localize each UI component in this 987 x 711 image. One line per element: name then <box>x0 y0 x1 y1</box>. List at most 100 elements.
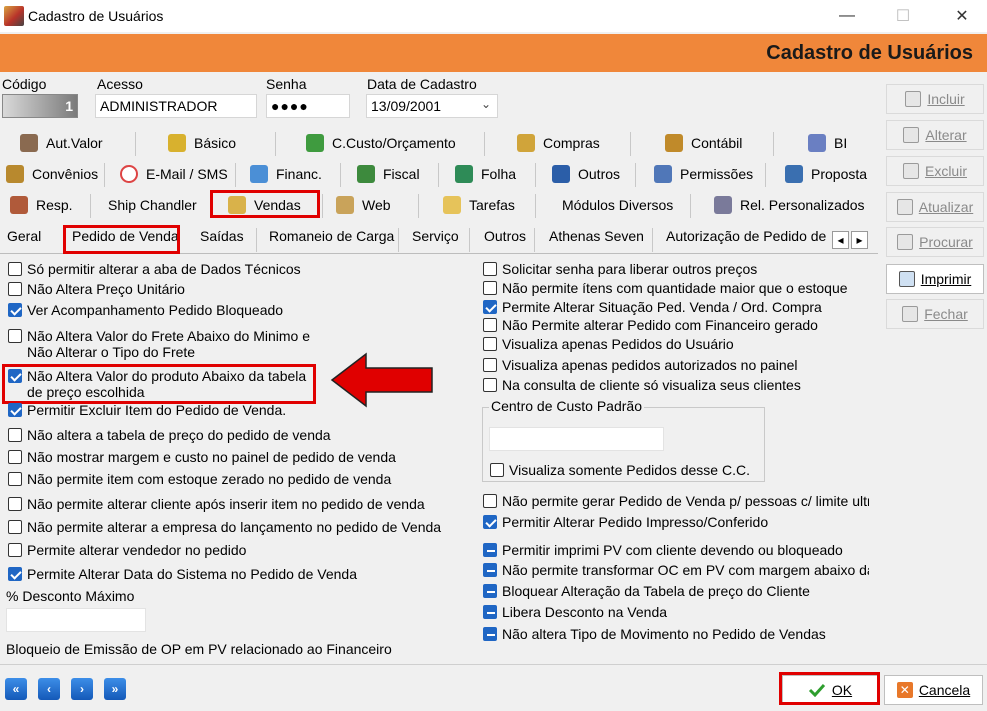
excluir-button[interactable]: Excluir <box>886 156 984 186</box>
opt-alterar-data[interactable]: Permite Alterar Data do Sistema no Pedid… <box>8 566 357 582</box>
tab-ship-chandler[interactable]: Ship Chandler <box>108 190 197 220</box>
tab-ccusto[interactable]: C.Custo/Orçamento <box>306 128 456 158</box>
subtab-geral[interactable]: Geral <box>7 228 41 252</box>
checkbox[interactable] <box>8 403 22 417</box>
tab-rel-personalizados[interactable]: Rel. Personalizados <box>714 190 865 220</box>
desconto-field[interactable] <box>6 608 146 632</box>
opt-oc-em-pv[interactable]: Não permite transformar OC em PV com mar… <box>483 562 869 578</box>
checkbox[interactable] <box>8 543 22 557</box>
checkbox[interactable] <box>8 329 22 343</box>
checkbox[interactable] <box>483 605 497 619</box>
opt-alterar-cliente[interactable]: Não permite alterar cliente após inserir… <box>8 496 425 512</box>
subtab-servico[interactable]: Serviço <box>412 228 459 252</box>
checkbox[interactable] <box>483 337 497 351</box>
checkbox[interactable] <box>8 303 22 317</box>
procurar-button[interactable]: Procurar <box>886 227 984 257</box>
close-button[interactable]: ✕ <box>939 0 985 32</box>
tab-bi[interactable]: BI <box>808 128 847 158</box>
checkbox[interactable] <box>483 262 497 276</box>
checkbox[interactable] <box>483 627 497 641</box>
codigo-field[interactable]: 1 <box>2 94 78 118</box>
senha-field[interactable]: ●●●● <box>266 94 350 118</box>
opt-imprimir-pv[interactable]: Permitir imprimi PV com cliente devendo … <box>483 542 869 558</box>
checkbox[interactable] <box>483 494 497 508</box>
tab-modulos-diversos[interactable]: Módulos Diversos <box>562 190 673 220</box>
opt-pedidos-autorizados[interactable]: Visualiza apenas pedidos autorizados no … <box>483 357 798 373</box>
checkbox[interactable] <box>8 450 22 464</box>
next-record-button[interactable]: › <box>71 678 93 700</box>
tab-fiscal[interactable]: Fiscal <box>357 159 420 189</box>
opt-nao-altera-preco[interactable]: Não Altera Preço Unitário <box>8 281 185 297</box>
cancela-button[interactable]: ✕ Cancela <box>884 675 983 705</box>
opt-pedido-impresso[interactable]: Permitir Alterar Pedido Impresso/Conferi… <box>483 514 768 530</box>
acesso-field[interactable]: ADMINISTRADOR <box>95 94 257 118</box>
opt-estoque-zerado[interactable]: Não permite item com estoque zerado no p… <box>8 471 391 487</box>
subtab-saidas[interactable]: Saídas <box>200 228 244 252</box>
checkbox[interactable] <box>483 543 497 557</box>
checkbox[interactable] <box>483 563 497 577</box>
opt-ver-acompanhamento[interactable]: Ver Acompanhamento Pedido Bloqueado <box>8 302 283 318</box>
checkbox[interactable] <box>8 520 22 534</box>
scroll-right-button[interactable]: ▸ <box>851 231 868 249</box>
opt-libera-desconto[interactable]: Libera Desconto na Venda <box>483 604 667 620</box>
opt-aba-dados-tecnicos[interactable]: Só permitir alterar a aba de Dados Técni… <box>8 261 301 277</box>
checkbox[interactable] <box>490 463 504 477</box>
subtab-athenas-seven[interactable]: Athenas Seven <box>549 228 644 252</box>
opt-seus-clientes[interactable]: Na consulta de cliente só visualiza seus… <box>483 377 801 393</box>
subtab-outros[interactable]: Outros <box>484 228 526 252</box>
checkbox[interactable] <box>483 378 497 392</box>
tab-basico[interactable]: Básico <box>168 128 236 158</box>
tab-web[interactable]: Web <box>336 190 391 220</box>
maximize-button[interactable]: ☐ <box>880 0 926 32</box>
opt-pedido-financeiro[interactable]: Não Permite alterar Pedido com Financeir… <box>483 317 818 333</box>
tab-resp[interactable]: Resp. <box>10 190 73 220</box>
tab-compras[interactable]: Compras <box>517 128 600 158</box>
checkbox[interactable] <box>483 300 497 314</box>
tab-outros[interactable]: Outros <box>552 159 620 189</box>
tab-folha[interactable]: Folha <box>455 159 516 189</box>
checkbox[interactable] <box>8 472 22 486</box>
prev-record-button[interactable]: ‹ <box>38 678 60 700</box>
first-record-button[interactable]: « <box>5 678 27 700</box>
tab-permissoes[interactable]: Permissões <box>654 159 753 189</box>
checkbox[interactable] <box>483 515 497 529</box>
opt-pedidos-cc[interactable]: Visualiza somente Pedidos desse C.C. <box>490 462 750 478</box>
tab-proposta[interactable]: Proposta <box>785 159 867 189</box>
checkbox[interactable] <box>8 567 22 581</box>
opt-limite-ultrapassado[interactable]: Não permite gerar Pedido de Venda p/ pes… <box>483 493 869 509</box>
opt-margem-custo[interactable]: Não mostrar margem e custo no painel de … <box>8 449 396 465</box>
opt-excluir-item[interactable]: Permitir Excluir Item do Pedido de Venda… <box>8 402 286 418</box>
fechar-button[interactable]: Fechar <box>886 299 984 329</box>
data-cadastro-field[interactable]: 13/09/2001 ⌄ <box>366 94 498 118</box>
atualizar-button[interactable]: Atualizar <box>886 192 984 222</box>
opt-bloquear-tabela[interactable]: Bloquear Alteração da Tabela de preço do… <box>483 583 810 599</box>
scroll-left-button[interactable]: ◂ <box>832 231 849 249</box>
tab-email-sms[interactable]: E-Mail / SMS <box>120 159 228 189</box>
checkbox[interactable] <box>483 358 497 372</box>
checkbox[interactable] <box>8 282 22 296</box>
tab-tarefas[interactable]: Tarefas <box>443 190 515 220</box>
opt-alterar-empresa[interactable]: Não permite alterar a empresa do lançame… <box>8 519 441 535</box>
tab-financ[interactable]: Financ. <box>250 159 322 189</box>
opt-valor-frete[interactable]: Não Altera Valor do Frete Abaixo do Mini… <box>8 328 328 360</box>
opt-tabela-preco[interactable]: Não altera a tabela de preço do pedido d… <box>8 427 331 443</box>
centro-custo-field[interactable] <box>489 427 664 451</box>
checkbox[interactable] <box>8 262 22 276</box>
subtab-autorizacao[interactable]: Autorização de Pedido de V <box>666 228 830 252</box>
last-record-button[interactable]: » <box>104 678 126 700</box>
opt-senha-precos[interactable]: Solicitar senha para liberar outros preç… <box>483 261 757 277</box>
subtab-romaneio[interactable]: Romaneio de Carga <box>269 228 394 252</box>
checkbox[interactable] <box>8 497 22 511</box>
opt-pedidos-usuario[interactable]: Visualiza apenas Pedidos do Usuário <box>483 336 734 352</box>
opt-tipo-movimento[interactable]: Não altera Tipo de Movimento no Pedido d… <box>483 626 826 642</box>
opt-qtd-estoque[interactable]: Não permite ítens com quantidade maior q… <box>483 280 848 296</box>
checkbox[interactable] <box>483 318 497 332</box>
tab-contabil[interactable]: Contábil <box>665 128 742 158</box>
tab-aut-valor[interactable]: Aut.Valor <box>20 128 103 158</box>
incluir-button[interactable]: Incluir <box>886 84 984 114</box>
tab-convenios[interactable]: Convênios <box>6 159 98 189</box>
chevron-down-icon[interactable]: ⌄ <box>481 97 491 111</box>
imprimir-button[interactable]: Imprimir <box>886 264 984 294</box>
checkbox[interactable] <box>483 281 497 295</box>
opt-alterar-situacao[interactable]: Permite Alterar Situação Ped. Venda / Or… <box>483 299 822 315</box>
